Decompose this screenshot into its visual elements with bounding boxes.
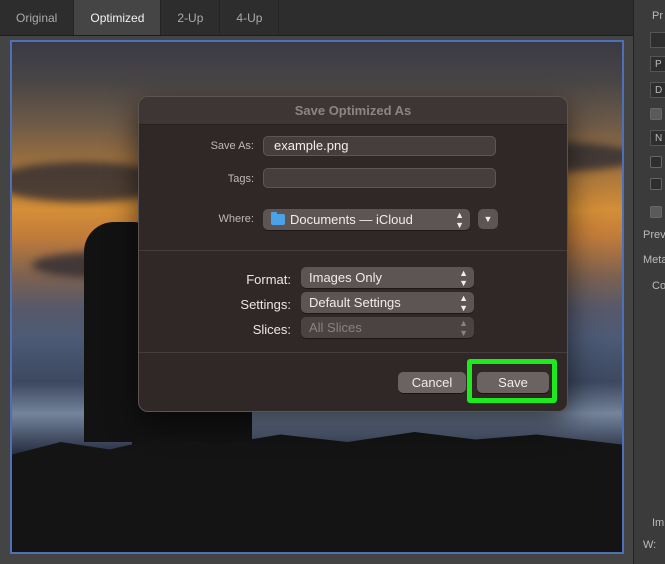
panel-label: Co [652,280,665,292]
save-as-label: Save As: [210,140,254,152]
panel-checkbox[interactable] [650,156,662,168]
settings-label: Settings: [240,297,291,312]
settings-value: Default Settings [309,295,401,310]
panel-label: Meta [643,254,665,266]
format-popup[interactable]: Images Only ▲ ▼ [301,267,474,288]
right-settings-panel: Pr P D N Prev Meta Co Im W: [633,0,665,564]
cancel-button[interactable]: Cancel [398,372,466,393]
where-label: Where: [218,213,254,225]
panel-checkbox[interactable] [650,108,662,120]
panel-label: Im [652,517,665,529]
tags-input[interactable] [263,168,496,188]
tags-label: Tags: [227,173,254,185]
tab-optimized[interactable]: Optimized [74,0,162,35]
tab-4-up[interactable]: 4-Up [220,0,280,35]
panel-field-text: P [655,59,662,70]
slices-popup: All Slices ▲ ▼ [301,317,474,338]
chevron-down-icon: ▼ [483,214,493,224]
dialog-title: Save Optimized As [139,97,567,125]
popup-arrows-icon: ▲ ▼ [459,318,468,338]
save-button-highlight [467,359,557,403]
panel-label: W: [643,539,657,551]
divider [139,352,567,353]
panel-field-text: N [655,133,663,144]
panel-checkbox[interactable] [650,206,662,218]
slices-value: All Slices [309,320,362,335]
file-name-input[interactable]: example.png [263,136,496,156]
format-value: Images Only [309,270,382,285]
format-label: Format: [246,272,291,287]
popup-arrows-icon: ▲ ▼ [459,293,468,313]
panel-label: Pr [652,10,663,22]
settings-popup[interactable]: Default Settings ▲ ▼ [301,292,474,313]
panel-checkbox[interactable] [650,178,662,190]
panel-label: Prev [643,229,665,241]
tab-original[interactable]: Original [0,0,75,35]
popup-arrows-icon: ▲ ▼ [455,210,464,230]
expand-dialog-button[interactable]: ▼ [478,209,498,229]
view-tabs: Original Optimized 2-Up 4-Up [0,0,633,36]
panel-field[interactable] [650,32,665,48]
tab-2-up[interactable]: 2-Up [161,0,221,35]
folder-icon [271,212,285,225]
where-value: Documents — iCloud [290,212,413,227]
panel-field-text: D [655,85,663,96]
divider [139,250,567,251]
slices-label: Slices: [252,322,291,337]
where-popup[interactable]: Documents — iCloud ▲ ▼ [263,209,470,230]
popup-arrows-icon: ▲ ▼ [459,268,468,288]
